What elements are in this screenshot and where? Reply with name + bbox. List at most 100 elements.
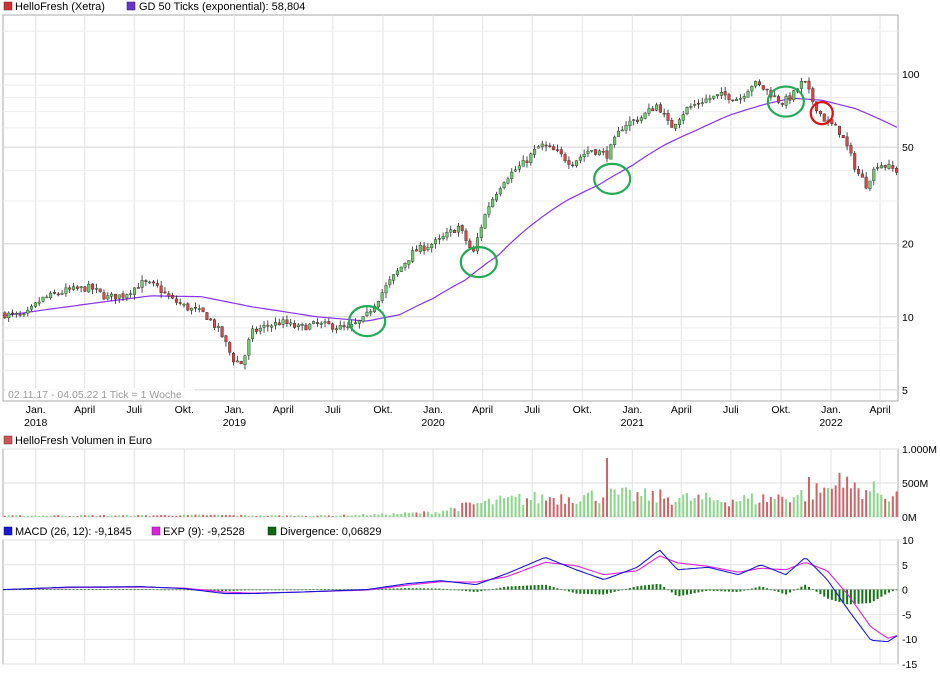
candle-body: [464, 230, 468, 241]
divergence-bar: [785, 589, 788, 595]
candle-body: [445, 232, 449, 238]
price-legend-swatch: [3, 1, 13, 11]
divergence-bar: [632, 587, 635, 590]
volume-bar: [3, 515, 6, 517]
candle-body: [26, 309, 30, 314]
volume-bar: [266, 515, 269, 517]
volume-bar: [586, 492, 589, 517]
candle-body: [281, 319, 285, 325]
divergence-bar: [34, 589, 37, 590]
volume-bar: [102, 515, 105, 517]
candle-body: [144, 280, 148, 282]
divergence-bar: [156, 589, 159, 591]
divergence-bar: [846, 589, 849, 605]
volume-bar: [68, 515, 71, 517]
candle-body: [167, 293, 171, 297]
divergence-bar: [537, 584, 540, 590]
divergence-bar: [282, 589, 285, 591]
volume-bar: [686, 492, 689, 517]
volume-bar: [278, 515, 281, 517]
candle-body: [342, 325, 346, 328]
candle-body: [357, 320, 361, 324]
volume-bar: [606, 457, 609, 517]
x-tick-label: Jan.: [821, 404, 841, 416]
volume-bar: [495, 499, 498, 517]
divergence-bar: [53, 589, 56, 590]
candle-body: [148, 281, 152, 284]
volume-bar: [316, 515, 319, 517]
volume-legend-swatch: [3, 435, 13, 445]
volume-bar: [339, 515, 342, 517]
volume-bar: [282, 516, 285, 517]
divergence-bar: [57, 589, 60, 590]
x-tick-label: April: [870, 404, 891, 416]
divergence-bar: [64, 589, 67, 590]
candle-body: [60, 293, 64, 295]
divergence-bar: [480, 589, 483, 592]
candle-body: [613, 136, 617, 145]
divergence-bar: [148, 589, 151, 590]
candle-body: [216, 326, 220, 328]
volume-bar: [788, 502, 791, 517]
candle-body: [666, 112, 670, 121]
year-label: 2018: [24, 417, 48, 429]
volume-bar: [327, 515, 330, 517]
volume-bar: [602, 497, 605, 517]
candle-body: [837, 125, 841, 135]
candle-body: [182, 303, 186, 306]
volume-bar: [880, 494, 883, 517]
divergence-bar: [461, 589, 464, 591]
candle-body: [254, 328, 258, 332]
candle-body: [750, 85, 754, 92]
divergence-bar: [857, 589, 860, 604]
volume-bar: [186, 514, 189, 517]
volume-bar: [22, 516, 25, 517]
candle-body: [338, 325, 342, 330]
candle-body: [346, 326, 350, 329]
volume-bar: [503, 498, 506, 517]
candle-body: [380, 292, 384, 301]
volume-bar: [175, 515, 178, 517]
volume-bar: [678, 497, 681, 517]
divergence-bar: [76, 589, 79, 590]
volume-bar: [369, 515, 372, 517]
divergence-bar: [72, 589, 75, 590]
volume-bar: [80, 515, 83, 517]
divergence-bar: [442, 588, 445, 590]
candle-body: [563, 154, 567, 161]
volume-bar: [838, 472, 841, 517]
stock-chart: HelloFresh (Xetra) GD 50 Ticks (exponent…: [0, 0, 940, 671]
candle-body: [327, 321, 331, 325]
x-tick-label: Juli: [723, 404, 739, 416]
volume-bar: [796, 495, 799, 517]
divergence-bar: [445, 589, 448, 590]
divergence-bar: [499, 587, 502, 590]
volume-bar: [400, 513, 403, 517]
candle-body: [624, 124, 628, 131]
volume-bar: [61, 515, 64, 517]
volume-bar: [15, 515, 18, 517]
volume-bar: [160, 515, 163, 517]
volume-bar: [251, 515, 254, 517]
divergence-bar: [884, 589, 887, 595]
divergence-bar: [404, 588, 407, 590]
divergence-bar: [522, 585, 525, 590]
volume-bar: [571, 503, 574, 517]
divergence-bar: [42, 589, 45, 590]
volume-bar: [884, 498, 887, 517]
volume-bar: [727, 506, 730, 517]
divergence-bar: [217, 589, 220, 591]
macd-legend-swatch: [3, 526, 13, 536]
volume-bar: [221, 515, 224, 517]
divergence-bar: [297, 589, 300, 591]
divergence-bar: [320, 589, 323, 591]
divergence-bar: [285, 589, 288, 591]
divergence-bar: [796, 588, 799, 590]
volume-bar: [415, 512, 418, 517]
divergence-bar: [590, 589, 593, 595]
volume-bar: [331, 516, 334, 517]
divergence-bar: [438, 588, 441, 590]
divergence-bar: [743, 589, 746, 591]
candle-body: [609, 144, 613, 160]
divergence-bar: [510, 586, 513, 590]
